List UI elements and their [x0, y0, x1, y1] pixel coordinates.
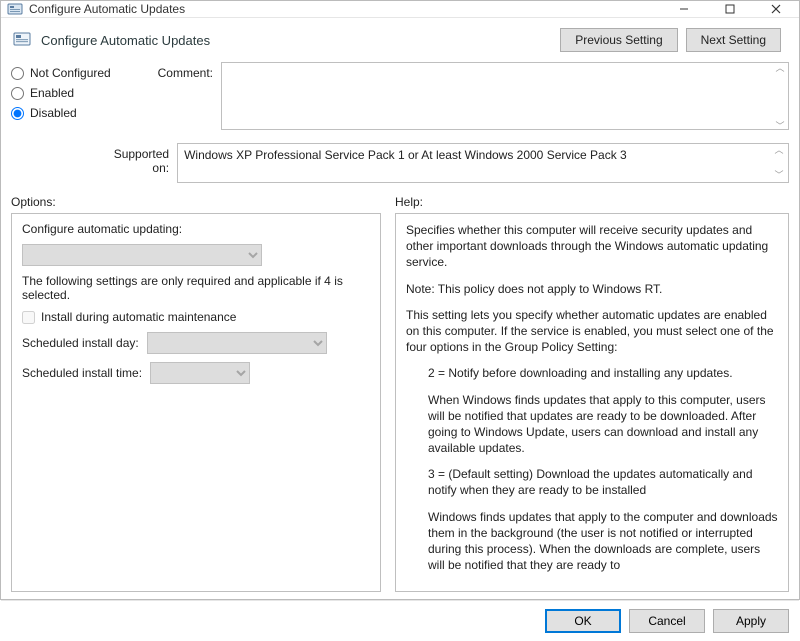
- header-row: Configure Automatic Updates Previous Set…: [11, 24, 789, 60]
- help-p5: When Windows finds updates that apply to…: [406, 392, 778, 457]
- scroll-down-icon: ﹀: [772, 171, 786, 180]
- help-p6: 3 = (Default setting) Download the updat…: [406, 466, 778, 498]
- minimize-button[interactable]: [661, 1, 707, 17]
- radio-disabled-input[interactable]: [11, 107, 24, 120]
- policy-icon: [11, 29, 33, 51]
- options-note: The following settings are only required…: [22, 274, 370, 302]
- supported-text: Windows XP Professional Service Pack 1 o…: [184, 148, 627, 162]
- window-root: Configure Automatic Updates Configure Au…: [0, 0, 800, 600]
- help-p2: Note: This policy does not apply to Wind…: [406, 281, 778, 297]
- scroll-up-icon: ︿: [772, 146, 786, 155]
- install-maintenance-input[interactable]: [22, 311, 35, 324]
- scheduled-day-label: Scheduled install day:: [22, 336, 139, 350]
- scheduled-day-select[interactable]: [147, 332, 327, 354]
- help-text-scroll[interactable]: Specifies whether this computer will rec…: [396, 214, 788, 591]
- supported-box: Windows XP Professional Service Pack 1 o…: [177, 143, 789, 183]
- panels: Configure automatic updating: The follow…: [11, 213, 789, 592]
- configure-updating-label: Configure automatic updating:: [22, 222, 370, 236]
- install-maintenance-label: Install during automatic maintenance: [41, 310, 236, 324]
- section-labels: Options: Help:: [11, 195, 789, 209]
- scheduled-time-label: Scheduled install time:: [22, 366, 142, 380]
- comment-label: Comment:: [131, 62, 221, 80]
- install-maintenance-checkbox[interactable]: Install during automatic maintenance: [22, 310, 370, 324]
- ok-button[interactable]: OK: [545, 609, 621, 633]
- radio-not-configured[interactable]: Not Configured: [11, 66, 131, 80]
- app-icon: [7, 1, 23, 17]
- scheduled-time-row: Scheduled install time:: [22, 362, 370, 384]
- help-panel: Specifies whether this computer will rec…: [395, 213, 789, 592]
- supported-label: Supported on:: [105, 143, 177, 183]
- scroll-down-icon: ﹀: [773, 122, 787, 131]
- cancel-button[interactable]: Cancel: [629, 609, 705, 633]
- radio-enabled-label: Enabled: [30, 86, 74, 100]
- comment-scroll-stubs: ︿﹀: [773, 64, 787, 131]
- comment-textarea[interactable]: [221, 62, 789, 130]
- previous-setting-button[interactable]: Previous Setting: [560, 28, 677, 52]
- scheduled-time-select[interactable]: [150, 362, 250, 384]
- supported-row: Supported on: Windows XP Professional Se…: [11, 137, 789, 189]
- options-panel: Configure automatic updating: The follow…: [11, 213, 381, 592]
- state-radio-group: Not Configured Enabled Disabled: [11, 62, 131, 120]
- radio-not-configured-label: Not Configured: [30, 66, 111, 80]
- apply-button[interactable]: Apply: [713, 609, 789, 633]
- help-p3: This setting lets you specify whether au…: [406, 307, 778, 356]
- options-label: Options:: [11, 195, 381, 209]
- radio-enabled-input[interactable]: [11, 87, 24, 100]
- nav-buttons: Previous Setting Next Setting: [560, 28, 781, 52]
- help-p1: Specifies whether this computer will rec…: [406, 222, 778, 271]
- window-title: Configure Automatic Updates: [29, 2, 661, 16]
- policy-title: Configure Automatic Updates: [41, 33, 552, 48]
- radio-disabled-label: Disabled: [30, 106, 77, 120]
- radio-not-configured-input[interactable]: [11, 67, 24, 80]
- content-area: Configure Automatic Updates Previous Set…: [1, 18, 799, 600]
- help-p7: Windows finds updates that apply to the …: [406, 509, 778, 574]
- help-label: Help:: [395, 195, 423, 209]
- titlebar: Configure Automatic Updates: [1, 1, 799, 18]
- next-setting-button[interactable]: Next Setting: [686, 28, 781, 52]
- window-controls: [661, 1, 799, 17]
- configure-updating-select[interactable]: [22, 244, 262, 266]
- state-and-comment-row: Not Configured Enabled Disabled Comment:…: [11, 60, 789, 137]
- close-button[interactable]: [753, 1, 799, 17]
- help-p4: 2 = Notify before downloading and instal…: [406, 365, 778, 381]
- scheduled-day-row: Scheduled install day:: [22, 332, 370, 354]
- scroll-up-icon: ︿: [773, 64, 787, 73]
- footer: OK Cancel Apply: [1, 600, 799, 641]
- radio-disabled[interactable]: Disabled: [11, 106, 131, 120]
- radio-enabled[interactable]: Enabled: [11, 86, 131, 100]
- supported-scroll-stubs: ︿﹀: [772, 146, 786, 180]
- maximize-button[interactable]: [707, 1, 753, 17]
